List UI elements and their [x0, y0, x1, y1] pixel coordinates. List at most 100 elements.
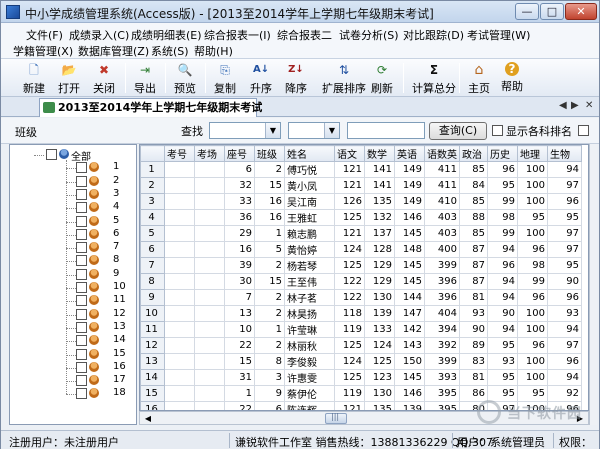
- table-cell[interactable]: 135: [364, 401, 395, 410]
- tree-checkbox[interactable]: [76, 242, 87, 254]
- table-cell[interactable]: [164, 257, 195, 274]
- table-cell[interactable]: 392: [424, 337, 460, 354]
- column-header[interactable]: 地理: [517, 145, 548, 162]
- table-cell[interactable]: 36: [224, 209, 255, 226]
- table-cell[interactable]: 145: [394, 225, 425, 242]
- search-input[interactable]: [347, 122, 425, 139]
- table-cell[interactable]: 2: [254, 161, 285, 178]
- table-cell[interactable]: 124: [364, 337, 395, 354]
- menu-exam-management[interactable]: 考试管理(W): [467, 27, 530, 43]
- open-button[interactable]: 📂 打开: [52, 60, 86, 96]
- table-cell[interactable]: 139: [364, 305, 395, 322]
- help-button[interactable]: ? 帮助: [495, 60, 529, 96]
- table-cell[interactable]: 399: [424, 353, 460, 370]
- table-cell[interactable]: 黄怡婷: [284, 241, 335, 258]
- table-cell[interactable]: 96: [547, 353, 582, 370]
- table-cell[interactable]: 90: [487, 305, 518, 322]
- table-row[interactable]: 4 36 16 王雅虹 125 132 146 403 88 98 95 95: [140, 209, 582, 226]
- menu-paper-analysis[interactable]: 试卷分析(S): [339, 27, 399, 43]
- table-cell[interactable]: 30: [224, 273, 255, 290]
- table-cell[interactable]: 123: [364, 369, 395, 386]
- table-cell[interactable]: 96: [517, 337, 548, 354]
- table-cell[interactable]: 149: [394, 177, 425, 194]
- table-cell[interactable]: 132: [364, 209, 395, 226]
- table-row[interactable]: 3 33 16 吴江南 126 135 149 410 85 99 100 96: [140, 193, 582, 210]
- table-cell[interactable]: 147: [394, 305, 425, 322]
- export-button[interactable]: ⇥ 导出: [128, 60, 162, 96]
- table-cell[interactable]: 96: [487, 161, 518, 178]
- table-cell[interactable]: 96: [517, 241, 548, 258]
- vertical-scrollbar[interactable]: [589, 144, 597, 425]
- table-cell[interactable]: [194, 257, 225, 274]
- table-row[interactable]: 5 29 1 赖志鹏 121 137 145 403 85 99 100 97: [140, 225, 582, 242]
- refresh-button[interactable]: ⟳ 刷新: [365, 60, 399, 96]
- table-cell[interactable]: 1: [254, 225, 285, 242]
- column-header[interactable]: 考号: [164, 145, 195, 162]
- tree-checkbox[interactable]: [76, 175, 87, 187]
- tree-checkbox[interactable]: [76, 335, 87, 347]
- table-cell[interactable]: 85: [459, 193, 488, 210]
- table-cell[interactable]: 93: [459, 305, 488, 322]
- table-row[interactable]: 12 22 2 林丽秋 125 124 143 392 89 95 96 97: [140, 337, 582, 354]
- table-cell[interactable]: 145: [394, 257, 425, 274]
- table-cell[interactable]: 122: [334, 289, 365, 306]
- table-cell[interactable]: 146: [394, 209, 425, 226]
- table-cell[interactable]: 96: [547, 193, 582, 210]
- table-cell[interactable]: 396: [424, 273, 460, 290]
- tab-exam-document[interactable]: 2013至2014学年上学期七年级期末考试: [39, 98, 262, 117]
- table-cell[interactable]: 133: [364, 321, 395, 338]
- table-cell[interactable]: 32: [224, 177, 255, 194]
- table-cell[interactable]: 129: [364, 273, 395, 290]
- table-cell[interactable]: 87: [459, 257, 488, 274]
- table-cell[interactable]: 吴江南: [284, 193, 335, 210]
- table-cell[interactable]: 94: [547, 161, 582, 178]
- table-cell[interactable]: 100: [517, 161, 548, 178]
- table-cell[interactable]: [194, 385, 225, 402]
- table-cell[interactable]: 3: [254, 369, 285, 386]
- table-cell[interactable]: 100: [517, 369, 548, 386]
- table-cell[interactable]: [194, 193, 225, 210]
- table-cell[interactable]: 121: [334, 161, 365, 178]
- table-cell[interactable]: 93: [487, 353, 518, 370]
- table-cell[interactable]: 411: [424, 161, 460, 178]
- table-cell[interactable]: 许惠雯: [284, 369, 335, 386]
- table-cell[interactable]: 赖志鹏: [284, 225, 335, 242]
- table-cell[interactable]: [164, 225, 195, 242]
- table-cell[interactable]: 100: [517, 305, 548, 322]
- menu-report-two[interactable]: 综合报表二: [277, 27, 332, 43]
- table-row[interactable]: 1 6 2 傅巧悦 121 141 149 411 85 96 100 94: [140, 161, 582, 178]
- table-cell[interactable]: [164, 177, 195, 194]
- table-cell[interactable]: 94: [487, 321, 518, 338]
- table-cell[interactable]: [194, 305, 225, 322]
- table-cell[interactable]: 16: [224, 241, 255, 258]
- table-cell[interactable]: 395: [424, 401, 460, 410]
- menu-report-one[interactable]: 综合报表一(I): [204, 27, 271, 43]
- table-cell[interactable]: 118: [334, 305, 365, 322]
- table-cell[interactable]: 135: [364, 193, 395, 210]
- tree-checkbox[interactable]: [76, 268, 87, 280]
- table-cell[interactable]: [194, 369, 225, 386]
- table-cell[interactable]: 143: [394, 337, 425, 354]
- table-cell[interactable]: 142: [394, 321, 425, 338]
- column-header[interactable]: 座号: [224, 145, 255, 162]
- table-cell[interactable]: [194, 225, 225, 242]
- tree-checkbox[interactable]: [76, 188, 87, 200]
- table-cell[interactable]: 126: [334, 193, 365, 210]
- show-subject-rank-checkbox[interactable]: [492, 125, 503, 136]
- table-cell[interactable]: 10: [224, 321, 255, 338]
- table-cell[interactable]: 99: [487, 225, 518, 242]
- table-cell[interactable]: [194, 241, 225, 258]
- table-cell[interactable]: 395: [424, 385, 460, 402]
- table-cell[interactable]: 121: [334, 177, 365, 194]
- table-cell[interactable]: 94: [487, 273, 518, 290]
- menu-score-detail[interactable]: 成绩明细表(E): [131, 27, 202, 43]
- table-cell[interactable]: 150: [394, 353, 425, 370]
- extended-sort-button[interactable]: ⇅ 扩展排序: [320, 60, 368, 96]
- table-cell[interactable]: 林子茗: [284, 289, 335, 306]
- column-header[interactable]: 数学: [364, 145, 395, 162]
- table-cell[interactable]: 122: [334, 273, 365, 290]
- column-header[interactable]: 语文: [334, 145, 365, 162]
- table-cell[interactable]: 100: [517, 225, 548, 242]
- table-cell[interactable]: 130: [364, 289, 395, 306]
- table-cell[interactable]: 97: [547, 225, 582, 242]
